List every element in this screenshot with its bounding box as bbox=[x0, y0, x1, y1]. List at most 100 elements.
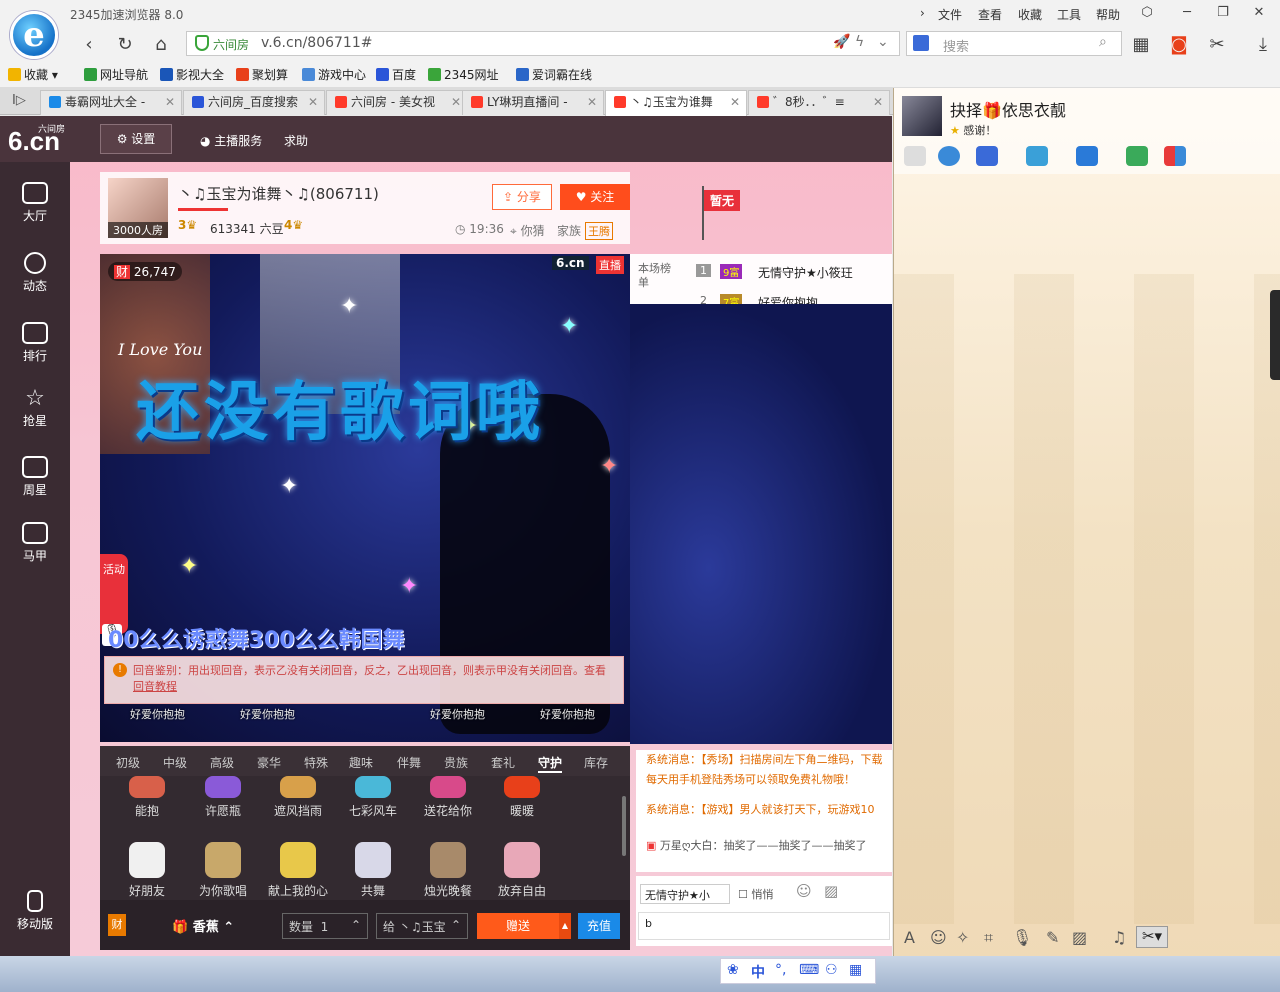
menu-help[interactable]: 帮助 bbox=[1096, 6, 1120, 23]
gift-scrollbar[interactable] bbox=[622, 796, 626, 856]
search-engine-icon[interactable] bbox=[913, 35, 929, 51]
help-link[interactable]: 求助 bbox=[284, 132, 308, 149]
menu-view[interactable]: 查看 bbox=[978, 6, 1002, 23]
maximize-button[interactable]: ❐ bbox=[1212, 2, 1234, 24]
recipient-selector[interactable]: 给 丶♫玉宝 ⌃ bbox=[376, 913, 468, 939]
microphone-icon[interactable] bbox=[904, 146, 926, 166]
tab-8sec[interactable]: ゛8秒．．゛≡ ✕ bbox=[748, 90, 890, 115]
app-grid-icon[interactable] bbox=[1164, 146, 1186, 166]
bookmark-nav[interactable]: 网址导航 bbox=[84, 66, 148, 83]
avatar[interactable] bbox=[902, 96, 942, 136]
shake-icon[interactable]: ⌗ bbox=[984, 928, 993, 948]
tab-duba[interactable]: 毒霸网址大全 - ✕ bbox=[40, 90, 182, 115]
address-bar[interactable]: 六间房 v.6.cn/806711# 🚀 ϟ ⌄ bbox=[186, 31, 900, 56]
tab-fun[interactable]: 趣味 bbox=[349, 754, 373, 771]
nav-mobile[interactable]: 移动版 bbox=[0, 890, 70, 932]
wealth-icon[interactable]: 财 bbox=[108, 914, 126, 936]
chinese-input-icon[interactable]: 中 bbox=[751, 962, 765, 982]
menu-favorites[interactable]: 收藏 bbox=[1018, 6, 1042, 23]
gift-item[interactable]: 送花给你 bbox=[413, 776, 483, 819]
browser-logo-icon[interactable]: e bbox=[10, 11, 58, 59]
follow-button[interactable]: ♥ 关注 bbox=[560, 184, 630, 210]
rank-user-name[interactable]: 无情守护★小筱玨 bbox=[758, 264, 853, 281]
file-transfer-icon[interactable] bbox=[1026, 146, 1048, 166]
echo-tutorial-link[interactable]: 回音教程 bbox=[133, 680, 177, 693]
quantity-selector[interactable]: 数量 1 ⌃ bbox=[282, 913, 368, 939]
gift-item[interactable]: 为你歌唱 bbox=[188, 842, 258, 899]
menu-tools[interactable]: 工具 bbox=[1057, 6, 1081, 23]
rocket-icon[interactable]: 🚀 bbox=[833, 34, 850, 50]
pk-flag[interactable]: 暂无 bbox=[704, 190, 741, 211]
nav-rank[interactable]: 排行 bbox=[0, 322, 70, 364]
nav-feed[interactable]: 动态 bbox=[0, 252, 70, 294]
emoji-icon[interactable]: ☺ bbox=[930, 928, 947, 947]
menu-chevron-icon[interactable]: › bbox=[920, 6, 925, 20]
seat-name[interactable]: 好爱你抱抱 bbox=[240, 706, 295, 722]
screenshot-icon[interactable]: ✂▾ bbox=[1136, 926, 1168, 948]
search-box[interactable]: 搜索 ⌕ bbox=[906, 31, 1122, 56]
chat-input[interactable]: b bbox=[638, 912, 890, 940]
tab-advanced[interactable]: 高级 bbox=[210, 754, 234, 771]
share-button[interactable]: ⇪ 分享 bbox=[492, 184, 552, 210]
gift-item[interactable]: 献上我的心 bbox=[263, 842, 333, 899]
bookmark-2345[interactable]: 2345网址 bbox=[428, 66, 499, 83]
gift-item[interactable]: 好朋友 bbox=[112, 842, 182, 899]
paw-icon[interactable]: ❀ bbox=[727, 962, 739, 978]
gift-item[interactable]: 烛光晚餐 bbox=[413, 842, 483, 899]
send-gift-button[interactable]: 赠送 bbox=[477, 913, 559, 939]
tab-baidu[interactable]: 六间房_百度搜索 ✕ bbox=[183, 90, 325, 115]
search-icon[interactable]: ⌕ bbox=[1099, 34, 1107, 50]
grid-icon[interactable]: ▦ bbox=[849, 962, 862, 978]
apps-grid-icon[interactable]: ▦ bbox=[1128, 32, 1154, 58]
font-icon[interactable]: A bbox=[904, 928, 915, 947]
tab-set[interactable]: 套礼 bbox=[491, 754, 515, 771]
game-icon[interactable]: ◙ bbox=[1166, 32, 1192, 58]
bookmark-favorites[interactable]: 收藏 ▾ bbox=[8, 66, 58, 83]
tab-yubao[interactable]: 丶♫玉宝为谁舞 ✕ bbox=[605, 90, 747, 116]
punctuation-icon[interactable]: °, bbox=[775, 962, 786, 978]
home-button[interactable]: ⌂ bbox=[148, 32, 174, 58]
tab-inventory[interactable]: 库存 bbox=[584, 754, 608, 771]
site-logo[interactable]: 6.cn bbox=[8, 126, 60, 157]
bookmark-movies[interactable]: 影视大全 bbox=[160, 66, 224, 83]
search-input[interactable]: 搜索 bbox=[943, 36, 969, 55]
keyboard-icon[interactable]: ⌨ bbox=[799, 962, 819, 978]
gift-item[interactable]: 暖暖 bbox=[487, 776, 557, 819]
bookmark-juhuasuan[interactable]: 聚划算 bbox=[236, 66, 288, 83]
emoji-icon[interactable]: ☺ bbox=[796, 882, 812, 900]
bookmark-iciba[interactable]: 爱词霸在线 bbox=[516, 66, 592, 83]
gift-item[interactable]: 能抱 bbox=[112, 776, 182, 819]
gift-item[interactable]: 放弃自由 bbox=[487, 842, 557, 899]
tab-6cn[interactable]: 六间房 - 美女视 ✕ bbox=[326, 90, 468, 115]
image-icon[interactable]: ▨ bbox=[1072, 928, 1087, 947]
voice-icon[interactable]: 🎙 bbox=[1012, 928, 1032, 947]
seat-name[interactable]: 好爱你抱抱 bbox=[430, 706, 485, 722]
tab-dance[interactable]: 伴舞 bbox=[397, 754, 421, 771]
refresh-button[interactable]: ↻ bbox=[112, 32, 138, 58]
side-widget[interactable] bbox=[1270, 290, 1280, 380]
tab-special[interactable]: 特殊 bbox=[304, 754, 328, 771]
tab-luxury[interactable]: 豪华 bbox=[257, 754, 281, 771]
tab-basic[interactable]: 初级 bbox=[116, 754, 140, 771]
family-badge[interactable]: 王腾 bbox=[585, 222, 613, 240]
tab-guard[interactable]: 守护 bbox=[538, 754, 563, 773]
bookmark-games[interactable]: 游戏中心 bbox=[302, 66, 366, 83]
add-app-icon[interactable] bbox=[1126, 146, 1148, 166]
seat-name[interactable]: 好爱你抱抱 bbox=[130, 706, 185, 722]
url-text[interactable]: v.6.cn/806711# bbox=[261, 35, 372, 51]
chat-target-selector[interactable]: 无情守护★小 bbox=[640, 884, 730, 904]
tab-mid[interactable]: 中级 bbox=[163, 754, 187, 771]
gift-item[interactable]: 共舞 bbox=[338, 842, 408, 899]
user-icon[interactable]: ⚇ bbox=[825, 962, 838, 978]
image-icon[interactable]: ▨ bbox=[824, 882, 838, 900]
back-button[interactable]: ‹ bbox=[76, 32, 102, 58]
settings-button[interactable]: ⚙ 设置 bbox=[100, 124, 172, 154]
tab-list-icon[interactable]: I▷ bbox=[12, 93, 26, 108]
recharge-button[interactable]: 充值 bbox=[578, 913, 620, 939]
music-icon[interactable]: ♫ bbox=[1112, 928, 1126, 947]
nav-vest[interactable]: 马甲 bbox=[0, 522, 70, 564]
remote-desktop-icon[interactable] bbox=[1076, 146, 1098, 166]
tab-ly[interactable]: LY琳玥直播间 - ✕ bbox=[462, 90, 604, 115]
send-dropdown-icon[interactable]: ▲ bbox=[559, 913, 571, 939]
skin-icon[interactable]: ⬡ bbox=[1136, 2, 1158, 24]
